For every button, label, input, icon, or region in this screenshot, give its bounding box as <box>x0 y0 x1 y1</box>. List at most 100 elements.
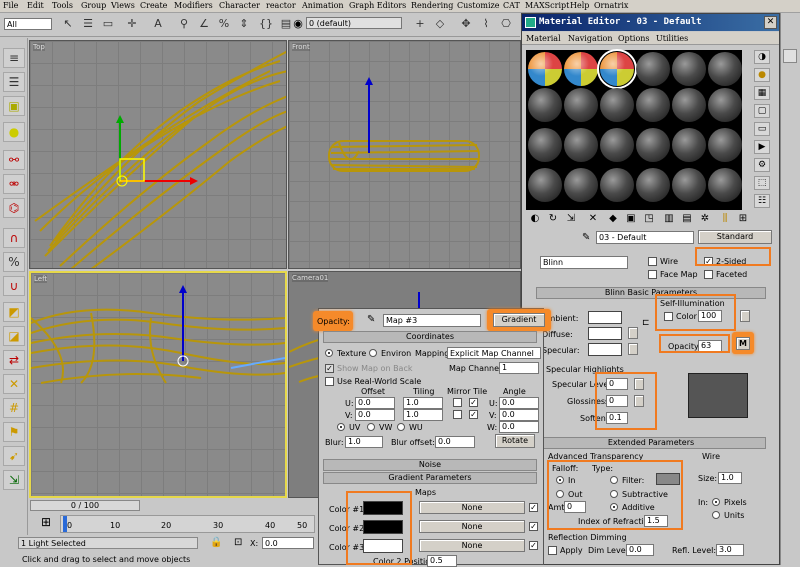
sample-slot-9[interactable] <box>600 88 634 122</box>
color3-swatch[interactable] <box>363 539 403 553</box>
menu-ornatrix[interactable]: Ornatrix <box>594 1 628 10</box>
specular-swatch[interactable] <box>588 343 622 356</box>
sample-slot-17[interactable] <box>672 128 706 162</box>
select-move-icon[interactable]: ✛ <box>124 16 140 32</box>
self-illum-map-button[interactable] <box>740 310 750 322</box>
w-angle-field[interactable]: 0.0 <box>499 421 539 433</box>
layer-props-icon[interactable]: ▣ <box>3 96 25 116</box>
named-selection-icon[interactable]: {} <box>258 16 274 32</box>
sample-slot-8[interactable] <box>564 88 598 122</box>
sample-slot-20[interactable] <box>564 168 598 202</box>
sample-type-icon[interactable]: ◑ <box>754 50 770 64</box>
sample-slot-5[interactable] <box>672 52 706 86</box>
menu-tools[interactable]: Tools <box>52 1 73 10</box>
two-sided-checkbox[interactable]: ✓ <box>704 257 713 266</box>
color2-map-checkbox[interactable]: ✓ <box>529 522 538 531</box>
map-name-field[interactable]: Map #3 <box>383 314 481 327</box>
color2-swatch[interactable] <box>363 520 403 534</box>
select-by-material-icon[interactable]: ⬚ <box>754 176 770 190</box>
sample-slot-3-selected[interactable] <box>597 49 637 89</box>
sample-slot-2[interactable] <box>564 52 598 86</box>
lock-ambient-icon[interactable]: ⊏ <box>642 318 650 328</box>
material-navigator-icon[interactable]: ☷ <box>754 194 770 208</box>
map-channel-field[interactable]: 1 <box>499 362 539 374</box>
filter-color-swatch[interactable] <box>656 473 680 485</box>
menu-help[interactable]: Help <box>570 1 589 10</box>
sample-slot-22[interactable] <box>636 168 670 202</box>
specular-level-field[interactable]: 0 <box>606 378 628 390</box>
glossiness-map-button[interactable] <box>634 395 644 407</box>
select-icon[interactable]: ↖ <box>60 16 76 32</box>
falloff-out-radio[interactable] <box>556 490 564 498</box>
sample-slot-13[interactable] <box>528 128 562 162</box>
soften-field[interactable]: 0.1 <box>606 412 628 424</box>
v-tiling-field[interactable]: 1.0 <box>403 409 443 421</box>
sample-slot-1[interactable] <box>528 52 562 86</box>
extended-params-header[interactable]: Extended Parameters <box>536 437 766 449</box>
video-check-icon[interactable]: ▭ <box>754 122 770 136</box>
face-map-checkbox[interactable] <box>648 270 657 279</box>
sample-slot-12[interactable] <box>708 88 742 122</box>
select-layer-icon[interactable]: ◇ <box>432 16 448 32</box>
u-tiling-field[interactable]: 1.0 <box>403 397 443 409</box>
faceted-checkbox[interactable] <box>704 270 713 279</box>
viewport-left-label[interactable]: Left <box>34 275 48 283</box>
map-eyedropper-icon[interactable]: ✎ <box>367 314 375 325</box>
flag-icon[interactable]: ⚑ <box>3 422 25 442</box>
color3-map-checkbox[interactable]: ✓ <box>529 541 538 550</box>
show-end-result-icon[interactable]: ▤ <box>680 212 694 226</box>
blur-field[interactable]: 1.0 <box>345 436 383 448</box>
pick-from-object-icon[interactable]: ⊞ <box>736 212 750 226</box>
u-angle-field[interactable]: 0.0 <box>499 397 539 409</box>
menu-edit[interactable]: Edit <box>27 1 44 10</box>
sample-slot-11[interactable] <box>672 88 706 122</box>
noise-header[interactable]: Noise <box>323 459 537 471</box>
me-menu-utilities[interactable]: Utilities <box>656 34 688 43</box>
snap-icon[interactable]: ⚲ <box>176 16 192 32</box>
close-icon[interactable]: ✕ <box>764 16 777 29</box>
viewport-front[interactable]: Front <box>288 40 521 269</box>
sample-slot-10[interactable] <box>636 88 670 122</box>
environ-radio[interactable] <box>369 349 377 357</box>
layers-icon[interactable]: ≡ <box>3 48 25 68</box>
wu-radio[interactable] <box>397 423 405 431</box>
lock-icon[interactable]: 🔒 <box>210 537 222 548</box>
move-icon[interactable]: ✥ <box>458 16 474 32</box>
put-to-scene-icon[interactable]: ↻ <box>546 212 560 226</box>
me-menu-options[interactable]: Options <box>618 34 650 43</box>
menu-file[interactable]: File <box>3 1 18 10</box>
selection-filter-dropdown[interactable]: All <box>4 18 52 30</box>
pixels-radio[interactable] <box>712 498 720 506</box>
type-filter-radio[interactable] <box>610 476 618 484</box>
make-unique-icon[interactable]: ◆ <box>606 212 620 226</box>
spec-level-map-button[interactable] <box>634 378 644 390</box>
menu-graph-editors[interactable]: Graph Editors <box>349 1 406 10</box>
viewport-top-label[interactable]: Top <box>33 43 45 51</box>
units-radio[interactable] <box>712 511 720 519</box>
go-forward-icon[interactable]: ⫼ <box>718 212 732 226</box>
show-map-on-back-checkbox[interactable]: ✓ <box>325 364 334 373</box>
v-tile-checkbox[interactable]: ✓ <box>469 410 478 419</box>
wire-size-field[interactable]: 1.0 <box>718 472 742 484</box>
link-icon[interactable]: ⚯ <box>3 150 25 170</box>
snap-toggle-icon[interactable]: ∪ <box>3 276 25 296</box>
wire-checkbox[interactable] <box>648 257 657 266</box>
filmstrip-icon[interactable]: ⊞ <box>36 515 56 531</box>
color1-map-button[interactable]: None <box>419 501 525 514</box>
angle-snap-icon[interactable]: ∠ <box>196 16 212 32</box>
viewport-left[interactable]: Left <box>29 271 287 498</box>
sample-slot-18[interactable] <box>708 128 742 162</box>
frame-ruler[interactable]: 0 10 20 30 40 50 <box>60 515 315 533</box>
uv-tiling-icon[interactable]: ▢ <box>754 104 770 118</box>
reset-map-icon[interactable]: ✕ <box>586 212 600 226</box>
viewport-camera-label[interactable]: Camera01 <box>292 274 329 282</box>
menu-modifiers[interactable]: Modifiers <box>174 1 213 10</box>
uv-radio[interactable] <box>337 423 345 431</box>
self-illum-field[interactable]: 100 <box>698 310 722 322</box>
menu-customize[interactable]: Customize <box>457 1 500 10</box>
eyedropper-icon[interactable]: ✎ <box>582 232 590 243</box>
opacity-field[interactable]: 63 <box>698 340 722 352</box>
menu-maxscript[interactable]: MAXScript <box>525 1 569 10</box>
region-select-icon[interactable]: ▭ <box>100 16 116 32</box>
rotate-button[interactable]: Rotate <box>495 434 535 448</box>
